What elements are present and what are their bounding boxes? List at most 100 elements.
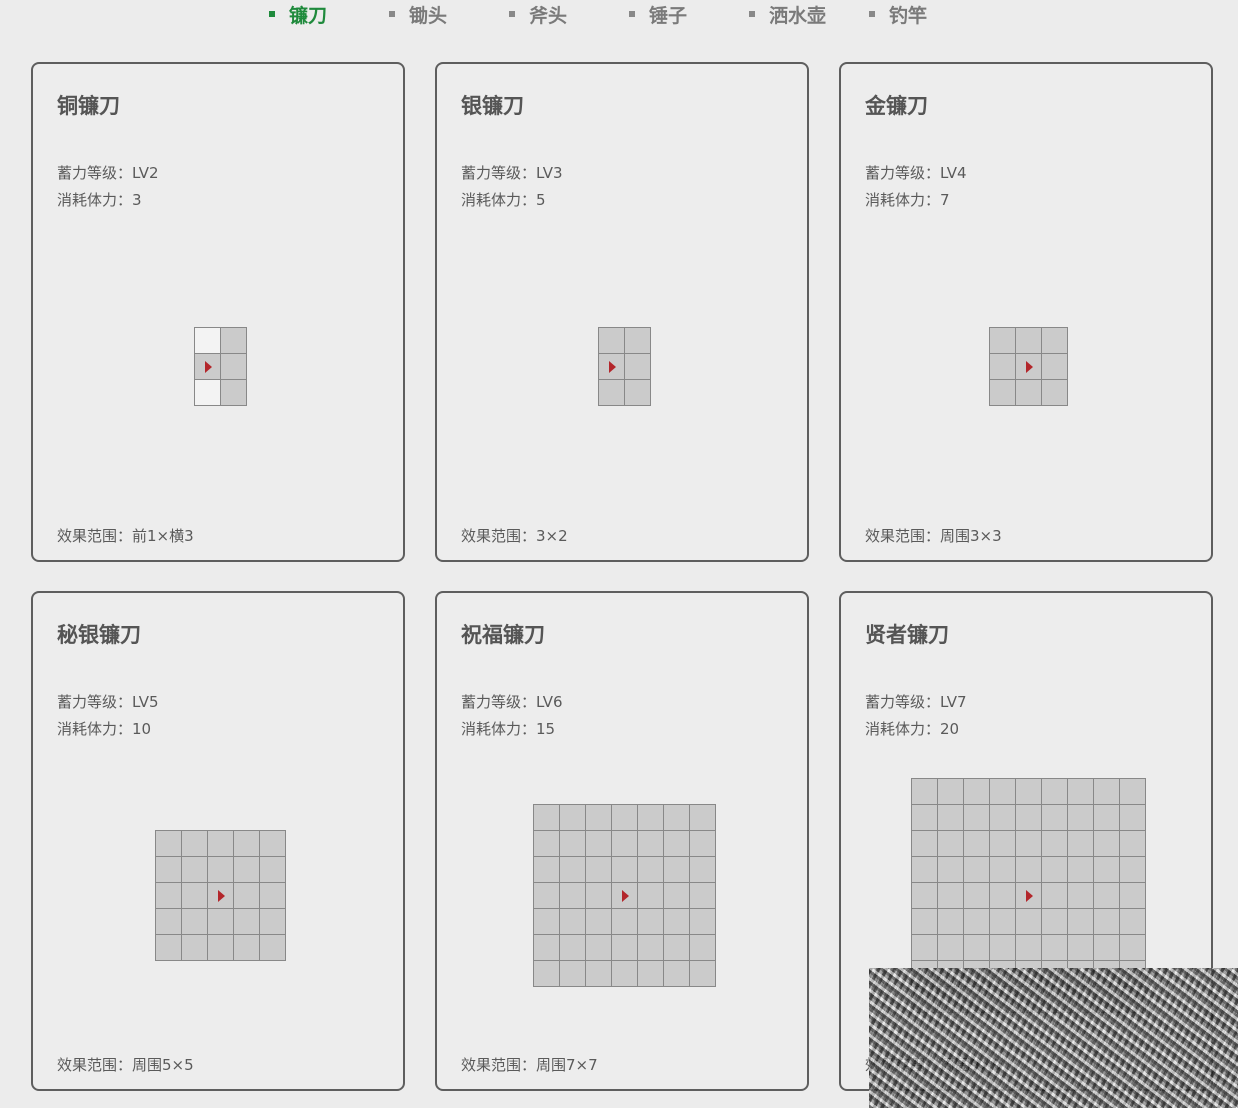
grid-cell — [156, 883, 182, 909]
grid-cell — [221, 328, 247, 354]
grid-cell — [156, 831, 182, 857]
effect-range: 效果范围：周围3×3 — [865, 527, 1002, 545]
grid-cell — [990, 909, 1016, 935]
grid-cell — [1094, 883, 1120, 909]
grid-cell — [1094, 805, 1120, 831]
tab-hammer[interactable]: 锤子 — [629, 1, 687, 27]
grid-cell — [586, 831, 612, 857]
grid-cell — [1068, 805, 1094, 831]
grid-cell — [1094, 831, 1120, 857]
grid-cell — [560, 883, 586, 909]
player-direction-icon — [1026, 890, 1033, 902]
grid-cell — [1068, 883, 1094, 909]
grid-cell — [586, 883, 612, 909]
grid-cell — [938, 857, 964, 883]
grid-cell — [990, 354, 1016, 380]
charge-level: 蓄力等级：LV4 — [865, 164, 967, 182]
grid-cell — [1016, 380, 1042, 406]
grid-cell — [638, 961, 664, 987]
tab-label: 钓竿 — [889, 4, 928, 27]
grid-cell — [638, 831, 664, 857]
grid-cell — [664, 909, 690, 935]
grid-cell — [156, 857, 182, 883]
tab-watering-can[interactable]: 洒水壶 — [749, 1, 826, 27]
grid-cell — [964, 961, 990, 987]
grid-cell — [612, 935, 638, 961]
grid-cell — [156, 909, 182, 935]
charge-level: 蓄力等级：LV7 — [865, 693, 967, 711]
player-direction-icon — [622, 890, 629, 902]
grid-cell — [912, 831, 938, 857]
grid-cell — [1094, 909, 1120, 935]
grid-cell — [690, 961, 716, 987]
grid-cell — [690, 909, 716, 935]
charge-level: 蓄力等级：LV5 — [57, 693, 159, 711]
grid-cell — [1094, 935, 1120, 961]
grid-cell — [195, 328, 221, 354]
grid-cell — [1016, 779, 1042, 805]
grid-cell — [1042, 961, 1068, 987]
grid-cell — [1094, 987, 1120, 1013]
tool-card: 祝福镰刀 蓄力等级：LV6 消耗体力：15 效果范围：周围7×7 — [435, 591, 809, 1091]
grid-cell — [964, 935, 990, 961]
bullet-icon — [509, 11, 515, 17]
grid-cell — [664, 805, 690, 831]
stamina-cost: 消耗体力：7 — [865, 191, 950, 209]
grid-cell — [1068, 987, 1094, 1013]
tab-label: 镰刀 — [289, 4, 328, 27]
grid-cell — [1120, 909, 1146, 935]
grid-cell — [221, 354, 247, 380]
grid-cell — [1042, 779, 1068, 805]
grid-cell — [234, 857, 260, 883]
grid-cell — [534, 961, 560, 987]
grid-cell — [912, 779, 938, 805]
grid-cell — [690, 935, 716, 961]
stamina-cost: 消耗体力：20 — [865, 720, 960, 738]
grid-cell — [586, 961, 612, 987]
grid-cell — [938, 935, 964, 961]
grid-cell — [182, 909, 208, 935]
grid-cell — [1094, 779, 1120, 805]
grid-cell — [638, 857, 664, 883]
tab-label: 锤子 — [649, 4, 688, 27]
grid-cell — [612, 805, 638, 831]
grid-cell — [182, 935, 208, 961]
grid-cell — [234, 935, 260, 961]
grid-cell — [612, 857, 638, 883]
grid-cell — [534, 883, 560, 909]
grid-cell — [182, 883, 208, 909]
grid-cell — [1016, 805, 1042, 831]
grid-cell — [625, 328, 651, 354]
grid-cell — [638, 883, 664, 909]
grid-cell — [560, 961, 586, 987]
tool-card: 贤者镰刀 蓄力等级：LV7 消耗体力：20 效果范围：周围9×9 — [839, 591, 1213, 1091]
card-title: 秘银镰刀 — [57, 623, 141, 647]
grid-cell — [599, 328, 625, 354]
grid-cell — [912, 909, 938, 935]
tab-fishing-rod[interactable]: 钓竿 — [869, 1, 927, 27]
tab-hoe[interactable]: 锄头 — [389, 1, 447, 27]
grid-cell — [1016, 354, 1042, 380]
grid-cell — [938, 987, 964, 1013]
grid-cell — [1042, 987, 1068, 1013]
grid-cell — [1120, 961, 1146, 987]
grid-cell — [1042, 380, 1068, 406]
grid-cell — [938, 831, 964, 857]
grid-cell — [234, 883, 260, 909]
tab-axe[interactable]: 斧头 — [509, 1, 567, 27]
grid-cell — [1016, 909, 1042, 935]
grid-cell — [182, 857, 208, 883]
card-title: 金镰刀 — [865, 94, 928, 118]
tab-sickle[interactable]: 镰刀 — [269, 1, 327, 27]
grid-cell — [208, 883, 234, 909]
effect-range: 效果范围：前1×横3 — [57, 527, 194, 545]
grid-cell — [964, 857, 990, 883]
grid-cell — [1042, 909, 1068, 935]
grid-cell — [221, 380, 247, 406]
grid-cell — [534, 857, 560, 883]
grid-cell — [1042, 328, 1068, 354]
range-grid — [533, 804, 716, 987]
charge-level: 蓄力等级：LV2 — [57, 164, 159, 182]
grid-cell — [912, 935, 938, 961]
stamina-cost: 消耗体力：5 — [461, 191, 546, 209]
